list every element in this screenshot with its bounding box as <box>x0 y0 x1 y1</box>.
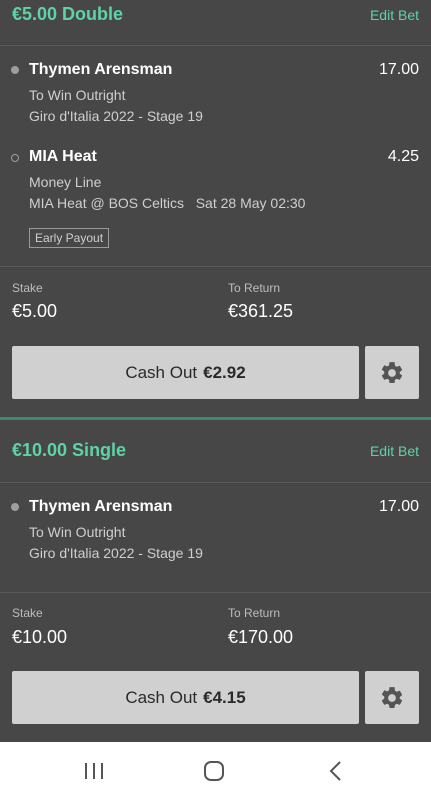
bet-header: €5.00 Double Edit Bet <box>0 0 431 44</box>
selection-name: MIA Heat <box>29 148 97 165</box>
bet-title: €10.00 Single <box>12 440 127 460</box>
recent-apps-button[interactable] <box>74 757 114 785</box>
selection-event: Giro d'Italia 2022 - Stage 19 <box>29 108 203 124</box>
return-value: €361.25 <box>228 301 294 321</box>
divider <box>0 482 431 483</box>
return-label: To Return <box>228 281 281 295</box>
cash-out-amount: €2.92 <box>203 362 246 382</box>
back-button[interactable] <box>316 757 356 785</box>
back-icon <box>329 761 341 781</box>
stake-label: Stake <box>12 606 43 620</box>
return-value: €170.00 <box>228 627 294 647</box>
selection-odds: 4.25 <box>387 148 419 165</box>
bet-card-single: €10.00 Single Edit Bet Thymen Arensman 1… <box>0 420 431 742</box>
stake-value: €10.00 <box>12 627 68 647</box>
stake-label: Stake <box>12 281 43 295</box>
cash-out-amount: €4.15 <box>203 687 246 707</box>
selection-market: To Win Outright <box>29 87 126 103</box>
selection-name: Thymen Arensman <box>29 61 173 78</box>
return-label: To Return <box>228 606 281 620</box>
cash-out-button[interactable]: Cash Out €4.15 <box>12 671 359 724</box>
edit-bet-link[interactable]: Edit Bet <box>370 443 419 459</box>
selection-event: MIA Heat @ BOS Celtics Sat 28 May 02:30 <box>29 195 306 211</box>
system-nav-bar <box>0 742 431 800</box>
selection-odds: 17.00 <box>378 61 419 78</box>
selection-odds: 17.00 <box>378 498 419 515</box>
selection-market: Money Line <box>29 174 102 190</box>
home-icon <box>204 761 224 781</box>
selection-event: Giro d'Italia 2022 - Stage 19 <box>29 545 203 561</box>
recent-apps-icon <box>85 763 103 779</box>
cash-out-label: Cash Out <box>125 687 198 707</box>
edit-bet-link[interactable]: Edit Bet <box>370 7 419 23</box>
cash-out-settings-button[interactable] <box>365 671 419 724</box>
divider <box>0 592 431 593</box>
bet-header: €10.00 Single Edit Bet <box>0 436 431 480</box>
selection-dot-icon <box>11 503 19 511</box>
gear-icon <box>381 361 403 383</box>
stake-value: €5.00 <box>12 301 58 321</box>
home-button[interactable] <box>194 757 234 785</box>
selection-market: To Win Outright <box>29 524 126 540</box>
cash-out-button[interactable]: Cash Out €2.92 <box>12 346 359 399</box>
cash-out-settings-button[interactable] <box>365 346 419 399</box>
gear-icon <box>381 686 403 708</box>
selection-dot-icon <box>11 154 19 162</box>
bet-card-double: €5.00 Double Edit Bet Thymen Arensman 17… <box>0 0 431 418</box>
bet-title: €5.00 Double <box>12 4 124 24</box>
divider <box>0 45 431 46</box>
early-payout-badge: Early Payout <box>29 228 110 248</box>
divider <box>0 266 431 267</box>
selection-name: Thymen Arensman <box>29 498 173 515</box>
cash-out-label: Cash Out <box>125 362 198 382</box>
selection-dot-icon <box>11 66 19 74</box>
